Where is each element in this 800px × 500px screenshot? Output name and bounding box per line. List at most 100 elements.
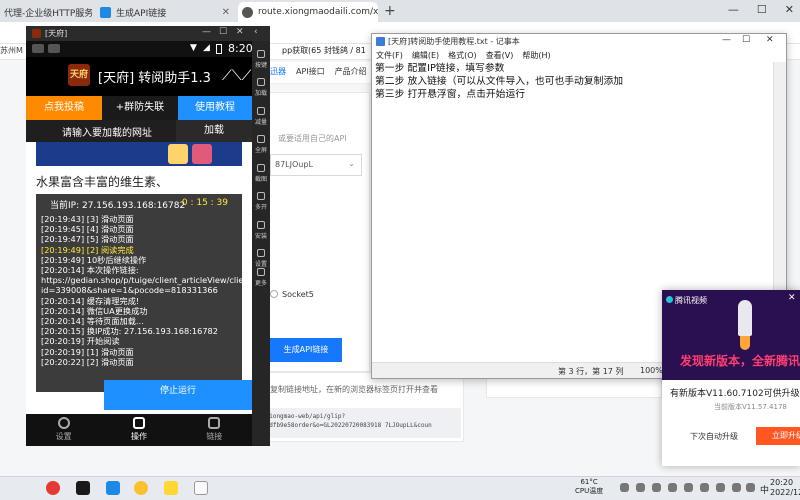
side-tool-button[interactable]: 设置 xyxy=(252,249,270,268)
url-input-row: 请输入要加载的网址 加载 xyxy=(26,120,252,142)
tray-icon[interactable] xyxy=(652,483,661,492)
browser-tab-2[interactable]: 生成API链接 ✕ xyxy=(96,2,236,22)
signal-icon: ◢ xyxy=(203,43,210,53)
log-line: [20:20:22] [2] 滑动页面 xyxy=(41,356,134,367)
open-link-hint: 复制链接地址，在新的浏览器标签页打开并查看 xyxy=(270,385,438,394)
bookmark-item[interactable]: 苏州M xyxy=(0,45,23,56)
stop-button[interactable]: 停止运行 xyxy=(104,380,252,410)
menu-item[interactable]: 格式(O) xyxy=(448,50,477,62)
bookmark-item[interactable]: (65 封钱鸽 / 81 xyxy=(308,45,366,56)
upgrade-button[interactable]: 立即升级 xyxy=(756,427,800,445)
generate-api-button[interactable]: 生成API链接 xyxy=(270,338,342,362)
tool-label: 按键 xyxy=(254,62,267,69)
bookmark-item[interactable]: pp获取 xyxy=(282,45,308,56)
popup-headline: 发现新版本，全新腾讯视 xyxy=(680,354,800,368)
side-tool-button[interactable]: 减量 xyxy=(252,107,270,126)
api-url-text[interactable]: /xiongmao-web/api/glip? b4dfb9e58order&o… xyxy=(256,408,461,438)
log-line: [20:19:43] [3] 滑动页面 xyxy=(41,214,134,224)
app-icon[interactable] xyxy=(194,481,208,495)
app-icon[interactable] xyxy=(76,481,90,495)
submit-button[interactable]: 点我投稿 xyxy=(26,96,102,120)
app-logo-icon xyxy=(32,29,41,38)
side-tool-button[interactable]: 加载 xyxy=(252,78,270,97)
tray-icon[interactable] xyxy=(732,483,741,492)
tray-icon[interactable] xyxy=(668,483,677,492)
later-button[interactable]: 下次自动升级 xyxy=(690,431,738,442)
tool-label: 加载 xyxy=(254,90,267,97)
log-list: [20:19:43] [3] 滑动页面 [20:19:45] [4] 滑动页面 [2… xyxy=(41,214,242,367)
minimize-icon[interactable]: — xyxy=(728,3,739,16)
nav-item-api[interactable]: API接口 xyxy=(296,66,325,77)
tray-icon[interactable] xyxy=(716,483,725,492)
nav-item-products[interactable]: 产品介绍 xyxy=(335,66,367,77)
select-value: 87LJOupL xyxy=(275,160,313,169)
chevron-down-icon: ⌄ xyxy=(348,159,355,168)
nav-settings[interactable]: 设置 xyxy=(26,414,101,446)
tray-icon[interactable] xyxy=(684,483,693,492)
app-icon[interactable] xyxy=(106,481,120,495)
nav-item-firewall[interactable]: 迅器 xyxy=(270,66,286,77)
log-line: [20:19:45] [4] 滑动页面 xyxy=(41,224,134,235)
desktop: 代理-企业级HTTP服务提供 生成API链接 ✕ route.xiongmaod… xyxy=(0,0,800,500)
rocket-icon xyxy=(738,300,752,336)
cpu-temp-widget[interactable]: 61°C CPU温度 xyxy=(575,478,603,496)
app-bottom-nav: 设置 操作 链接 xyxy=(26,414,252,446)
tray-icon[interactable] xyxy=(620,483,629,492)
expand-icon[interactable]: ‹ xyxy=(254,27,258,37)
zoom-level: 100% xyxy=(640,366,663,375)
app-icon[interactable] xyxy=(46,481,60,495)
tray-icon[interactable] xyxy=(746,483,755,492)
menu-item[interactable]: 查看(V) xyxy=(486,50,514,62)
nav-links[interactable]: 链接 xyxy=(177,414,252,446)
side-tool-button[interactable]: 更多 xyxy=(252,268,270,287)
side-tool-button[interactable]: 按键 xyxy=(252,50,270,69)
close-window-icon[interactable]: ✕ xyxy=(785,3,794,16)
url-input[interactable]: 请输入要加载的网址 xyxy=(62,124,152,139)
hint-text: 或要适用自己的API xyxy=(278,134,347,143)
cursor-position: 第 3 行，第 17 列 xyxy=(558,367,624,376)
maximize-icon[interactable]: ☐ xyxy=(742,35,750,45)
minimize-icon[interactable]: — xyxy=(202,27,211,37)
side-tool-button[interactable]: 安装 xyxy=(252,221,270,240)
brand-label: 腾讯视频 xyxy=(675,296,707,305)
menu-item[interactable]: 文件(F) xyxy=(376,50,403,62)
tray-icon[interactable] xyxy=(636,483,645,492)
order-select[interactable]: 87LJOupL ⌄ xyxy=(270,154,362,176)
emulator-sidebar: 按键加载减量全屏截图多开安装设置 更多 xyxy=(252,41,270,445)
stats-chart-icon[interactable]: ⟋⟍⟋ xyxy=(222,68,251,84)
notification-icon xyxy=(48,44,60,53)
tool-icon xyxy=(257,78,265,86)
side-tool-button[interactable]: 多开 xyxy=(252,192,270,211)
side-tool-button[interactable]: 全屏 xyxy=(252,135,270,154)
load-button[interactable]: 加载 xyxy=(176,120,252,142)
tool-icon xyxy=(257,164,265,172)
join-group-button[interactable]: +群防失联 xyxy=(102,96,178,120)
nav-operate[interactable]: 操作 xyxy=(101,414,176,446)
clock-time: 20:20 xyxy=(770,478,794,487)
socks-radio[interactable] xyxy=(270,290,278,298)
maximize-icon[interactable]: ☐ xyxy=(757,3,767,16)
maximize-icon[interactable]: ☐ xyxy=(219,27,227,37)
close-icon[interactable]: ✕ xyxy=(766,35,774,45)
side-tool-button[interactable]: 截图 xyxy=(252,164,270,183)
browser-tab-3[interactable]: route.xiongmaodaili.com/xio ✕ xyxy=(238,2,378,22)
window-controls: — ☐ ✕ xyxy=(728,3,794,16)
log-line: [20:20:14] 等待页面加载... xyxy=(41,316,144,327)
chrome-icon[interactable] xyxy=(134,481,148,495)
close-tab-icon[interactable]: ✕ xyxy=(222,7,230,18)
tool-label: 减量 xyxy=(254,119,267,126)
close-popup-icon[interactable]: ✕ xyxy=(788,293,796,303)
input-language[interactable]: 中 xyxy=(760,483,769,496)
menu-item[interactable]: 帮助(H) xyxy=(522,50,550,62)
minimize-icon[interactable]: — xyxy=(722,35,731,45)
browser-tab-1[interactable]: 代理-企业级HTTP服务提供 xyxy=(0,2,92,22)
new-tab-button[interactable]: + xyxy=(384,3,396,19)
taskbar-clock[interactable]: 20:20 2022/12 xyxy=(770,478,800,498)
menu-item[interactable]: 编辑(E) xyxy=(412,50,439,62)
fruit-image xyxy=(192,144,212,164)
tutorial-button[interactable]: 使用教程 xyxy=(178,96,252,120)
close-icon[interactable]: ✕ xyxy=(236,27,244,37)
tray-icon[interactable] xyxy=(700,483,709,492)
folder-icon[interactable] xyxy=(164,481,178,495)
fruit-image xyxy=(168,144,188,164)
